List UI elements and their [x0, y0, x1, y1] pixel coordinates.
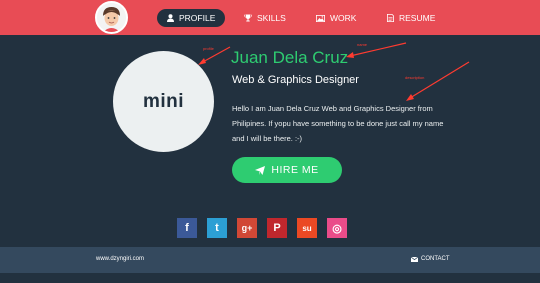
footer-website-link[interactable]: www.dzyngiri.com: [96, 256, 144, 262]
nav-resume-label: RESUME: [399, 13, 436, 23]
google-plus-icon[interactable]: g+: [237, 218, 257, 238]
nav-profile[interactable]: PROFILE: [157, 9, 226, 27]
stumbleupon-icon[interactable]: su: [297, 218, 317, 238]
twitter-icon[interactable]: t: [207, 218, 227, 238]
logo-avatar[interactable]: [95, 1, 128, 34]
annotation-label-description: description: [405, 75, 425, 80]
profile-picture: mini: [113, 51, 214, 152]
profile-picture-text: mini: [142, 90, 185, 112]
user-icon: [167, 14, 174, 22]
nav-resume[interactable]: RESUME: [377, 9, 445, 27]
annotation-arrow-description: [409, 61, 470, 99]
avatar-face-icon: [97, 3, 126, 32]
nav-profile-label: PROFILE: [179, 13, 216, 23]
nav-work[interactable]: WORK: [306, 9, 366, 27]
hire-me-button[interactable]: HIRE ME: [232, 157, 342, 183]
facebook-icon[interactable]: f: [177, 218, 197, 238]
annotation-arrowhead-description: [406, 94, 414, 101]
nav-skills-label: SKILLS: [257, 13, 286, 23]
profile-name: Juan Dela Cruz: [231, 48, 349, 67]
annotation-label-name: name: [357, 42, 368, 47]
footer-bar: [0, 247, 540, 273]
footer-contact-label: CONTACT: [421, 256, 450, 262]
annotation-label-profile: profile: [203, 46, 214, 51]
nav-skills[interactable]: SKILLS: [234, 9, 296, 27]
paper-plane-icon: [255, 165, 266, 175]
document-icon: [387, 14, 394, 22]
trophy-icon: [244, 14, 252, 22]
profile-description: Hello I am Juan Dela Cruz Web and Graphi…: [232, 104, 444, 143]
top-navigation-bar: PROFILE SKILLS WORK RESUME: [0, 0, 540, 35]
annotation-arrowhead-profile: [198, 58, 206, 65]
nav-work-label: WORK: [330, 13, 357, 23]
image-icon: [316, 14, 325, 22]
envelope-icon: [411, 256, 418, 262]
profile-role: Web & Graphics Designer: [232, 74, 359, 86]
hire-me-label: HIRE ME: [271, 164, 319, 176]
dribbble-icon[interactable]: ◎: [327, 218, 347, 238]
footer-contact-link[interactable]: CONTACT: [411, 256, 450, 262]
pinterest-icon[interactable]: P: [267, 218, 287, 238]
